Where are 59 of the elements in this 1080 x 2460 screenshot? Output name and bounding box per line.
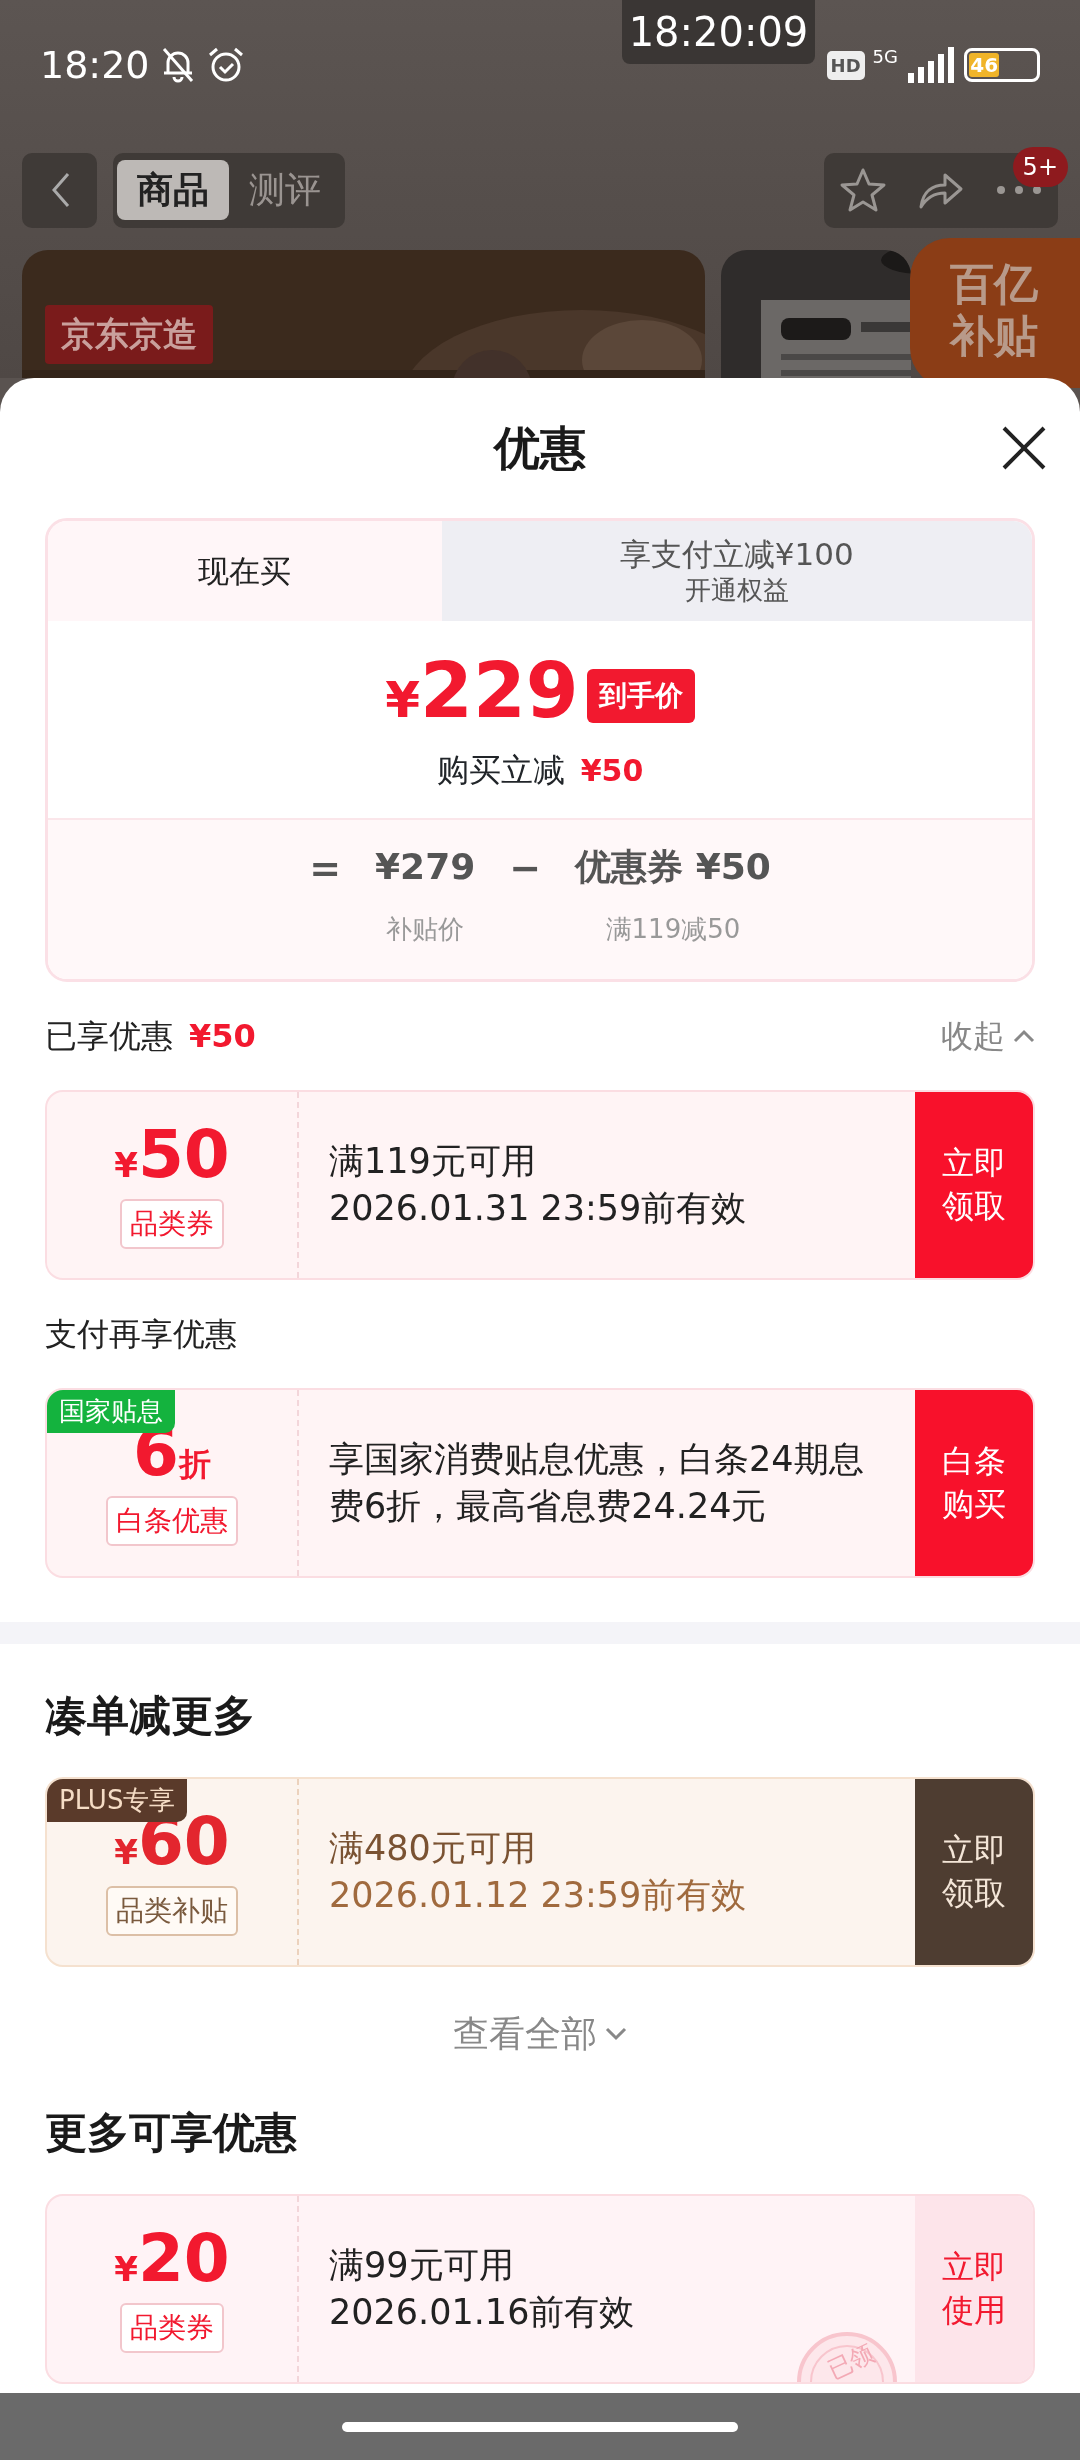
formula-caption: 满119减50	[605, 913, 741, 946]
coupon-category: 品类券	[120, 2302, 224, 2353]
coupon-condition: 满99元可用	[329, 2243, 515, 2287]
coupon-condition: 满480元可用	[329, 1826, 537, 1870]
section-heading: 更多可享优惠	[44, 2107, 298, 2159]
star-icon	[839, 167, 887, 213]
coupon-action-button[interactable]: 白条 购买	[915, 1390, 1033, 1576]
coupon-category: 品类券	[120, 1198, 224, 1249]
coupon-category: 品类补贴	[106, 1885, 238, 1936]
coupon-validity: 2026.01.31 23:59前有效	[329, 1187, 748, 1230]
coupon-validity: 2026.01.16前有效	[329, 2291, 636, 2334]
brand-label: 京东京造	[45, 305, 213, 364]
coupon-condition: 享国家消费贴息优惠，白条24期息费6折，最高省息费24.24元	[329, 1437, 865, 1528]
coupon-amount: ¥20	[114, 2225, 230, 2295]
coupon-validity: 2026.01.12 23:59前有效	[329, 1874, 748, 1917]
more-icon	[995, 185, 1043, 195]
favorite-button[interactable]	[839, 167, 887, 213]
battery-indicator: 46	[964, 48, 1040, 82]
collapse-toggle[interactable]: 收起	[941, 1012, 1035, 1060]
section-label: 支付再享优惠	[45, 1314, 237, 1355]
hd-indicator: HD	[826, 50, 865, 80]
price-tag: 到手价	[586, 668, 695, 723]
price-tab[interactable]: 享支付立减¥100 开通权益	[441, 521, 1032, 621]
tab[interactable]: 商品	[117, 160, 229, 220]
home-indicator[interactable]	[342, 2421, 738, 2432]
close-icon	[1000, 424, 1048, 472]
coupon-action-button[interactable]: 立即 使用	[915, 2196, 1033, 2382]
clock-overlay: 18:20:09	[622, 0, 815, 64]
discount-value: ¥50	[580, 751, 644, 790]
back-button[interactable]	[22, 152, 97, 228]
view-all-link[interactable]: 查看全部	[453, 2007, 627, 2061]
notification-badge: 5+	[1012, 146, 1068, 187]
network-label: 5G	[872, 45, 898, 69]
formula-value: 优惠券 ¥50	[575, 845, 771, 889]
coupon-condition: 满119元可用	[329, 1139, 537, 1183]
status-time: 18:20	[40, 41, 150, 89]
operator: −	[509, 845, 542, 892]
tab[interactable]: 测评	[229, 160, 341, 220]
chevron-up-icon	[1013, 1029, 1035, 1043]
coupon-category: 白条优惠	[106, 1496, 238, 1546]
sheet-title: 优惠	[494, 420, 586, 477]
claimed-stamp-text: 已领	[824, 2341, 878, 2382]
section-label: 已享优惠	[45, 1016, 173, 1057]
section-heading: 凑单减更多	[44, 1690, 256, 1742]
subsidy-badge: 百亿 补贴	[910, 238, 1080, 388]
final-price: ¥229	[385, 653, 579, 737]
coupon-amount: ¥50	[114, 1121, 230, 1191]
coupon-action-button[interactable]: 立即 领取	[915, 1092, 1033, 1278]
more-button[interactable]	[995, 185, 1043, 195]
price-tab[interactable]: 现在买	[48, 521, 442, 621]
operator: =	[309, 845, 342, 892]
section-value: ¥50	[189, 1016, 256, 1057]
chevron-down-icon	[605, 2027, 627, 2041]
coupon-action-button[interactable]: 立即 领取	[915, 1779, 1033, 1965]
formula-caption: 补贴价	[386, 913, 465, 946]
discount-label: 购买立减	[436, 750, 565, 791]
close-button[interactable]	[1000, 424, 1048, 472]
signal-icon	[906, 47, 956, 83]
formula-value: ¥279	[375, 845, 476, 889]
